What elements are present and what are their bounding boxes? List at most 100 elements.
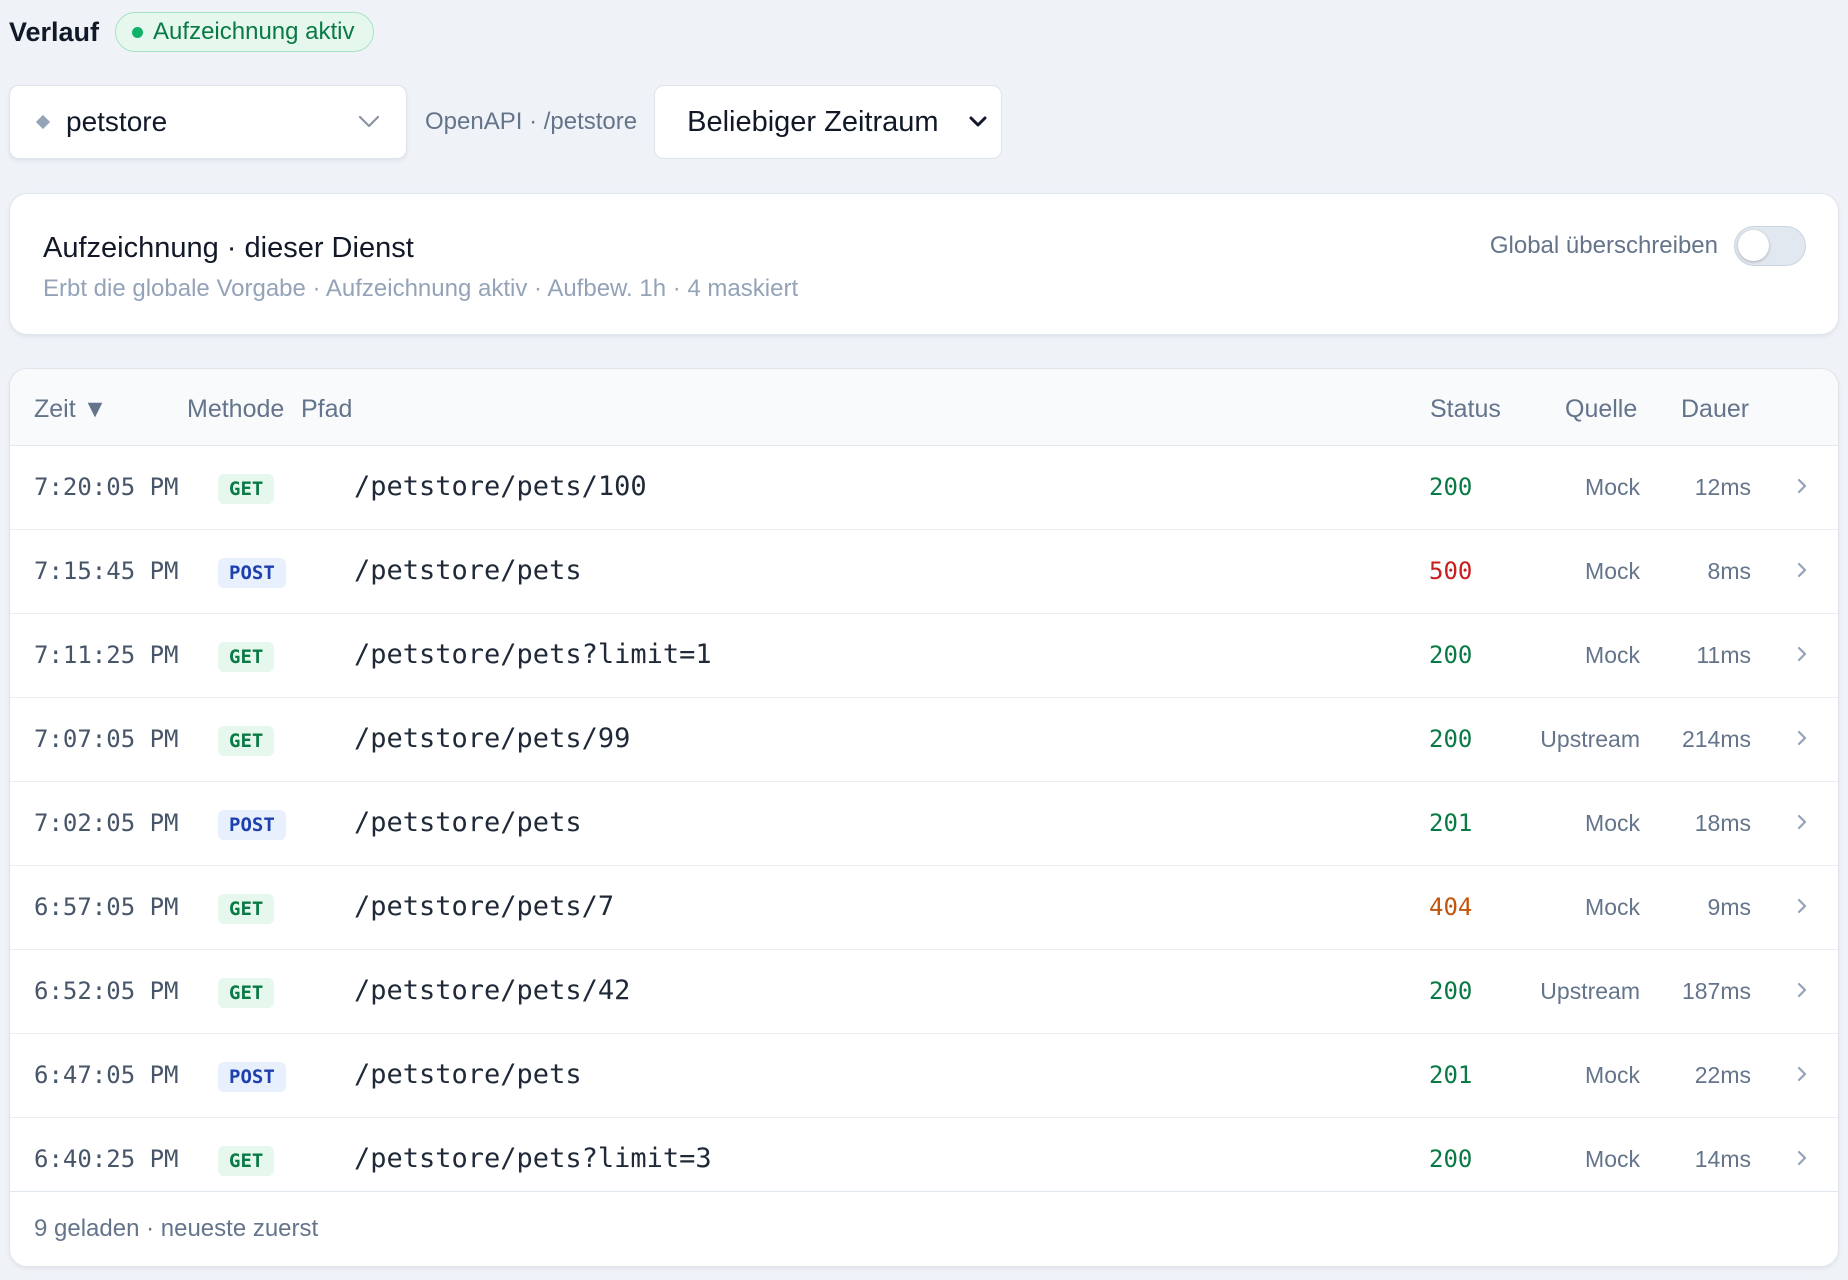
- table-row[interactable]: 7:20:05 PM GET/petstore/pets/100 200 Mock 12…: [10, 446, 1838, 530]
- table-header: Zeit ▼ Methode Pfad Status Quelle Dauer: [10, 369, 1838, 446]
- table-row[interactable]: 7:11:25 PM GET/petstore/pets?limit=1 200 Mo…: [10, 614, 1838, 698]
- table-row[interactable]: 6:40:25 PM GET/petstore/pets?limit=3 200 Mo…: [10, 1118, 1838, 1202]
- row-source: Mock: [1585, 558, 1640, 584]
- row-path: /petstore/pets/99: [354, 723, 631, 754]
- row-duration: 12ms: [1694, 474, 1751, 500]
- override-label: Global überschreiben: [1489, 232, 1718, 259]
- status-code: 200: [1429, 473, 1473, 501]
- row-time: 6:47:05 PM: [34, 1061, 179, 1089]
- row-source: Mock: [1585, 810, 1640, 836]
- row-path: /petstore/pets/100: [354, 471, 647, 502]
- request-history-table: Zeit ▼ Methode Pfad Status Quelle Dauer …: [9, 368, 1839, 1267]
- table-row[interactable]: 7:07:05 PM GET/petstore/pets/99 200 Upstrea…: [10, 698, 1838, 782]
- status-code: 200: [1429, 725, 1473, 753]
- recording-card-subtitle: Erbt die globale Vorgabe · Aufzeichnung …: [43, 275, 799, 302]
- override-control: Global überschreiben: [1490, 226, 1806, 266]
- chevron-right-icon[interactable]: [1796, 728, 1808, 748]
- column-header-source: Quelle: [1565, 395, 1638, 423]
- service-select-value: petstore: [66, 106, 168, 137]
- row-time: 6:40:25 PM: [34, 1145, 179, 1173]
- row-duration: 14ms: [1694, 1146, 1751, 1172]
- method-badge: GET: [218, 978, 275, 1008]
- row-time: 7:11:25 PM: [34, 641, 179, 669]
- table-row[interactable]: 7:02:05 PM POST/petstore/pets 201 Mock 18ms: [10, 782, 1838, 866]
- row-duration: 9ms: [1707, 894, 1751, 920]
- status-code: 201: [1429, 809, 1473, 837]
- service-meta: OpenAPI · /petstore: [425, 108, 638, 135]
- column-header-method: Methode: [187, 395, 285, 423]
- status-dot-icon: [132, 26, 144, 38]
- status-code: 200: [1429, 641, 1473, 669]
- row-source: Mock: [1585, 474, 1640, 500]
- method-badge: GET: [218, 474, 275, 504]
- column-header-time[interactable]: Zeit ▼: [34, 395, 107, 424]
- row-duration: 22ms: [1694, 1062, 1751, 1088]
- table-footer: 9 geladen · neueste zuerst: [10, 1191, 1838, 1266]
- filter-controls: petstore OpenAPI · /petstore Beliebiger …: [9, 85, 1003, 159]
- row-source: Mock: [1585, 1146, 1640, 1172]
- row-path: /petstore/pets: [354, 807, 582, 838]
- column-header-status: Status: [1430, 395, 1501, 423]
- chevron-right-icon[interactable]: [1796, 644, 1808, 664]
- row-time: 6:52:05 PM: [34, 977, 179, 1005]
- row-time: 7:02:05 PM: [34, 809, 179, 837]
- row-duration: 18ms: [1694, 810, 1751, 836]
- table-row[interactable]: 6:47:05 PM POST/petstore/pets 201 Mock 22ms: [10, 1034, 1838, 1118]
- time-range-select[interactable]: Beliebiger Zeitraum: [654, 85, 1003, 159]
- chevron-right-icon[interactable]: [1796, 560, 1808, 580]
- page-title: Verlauf: [9, 16, 100, 47]
- method-badge: GET: [218, 894, 275, 924]
- recording-status-badge: Aufzeichnung aktiv: [115, 12, 374, 52]
- recording-card-title: Aufzeichnung · dieser Dienst: [43, 232, 414, 264]
- table-row[interactable]: 6:57:05 PM GET/petstore/pets/7 404 Mock 9ms: [10, 866, 1838, 950]
- row-path: /petstore/pets: [354, 555, 582, 586]
- chevron-right-icon[interactable]: [1796, 980, 1808, 1000]
- recording-settings-card: Aufzeichnung · dieser Dienst Erbt die gl…: [9, 193, 1839, 335]
- row-duration: 8ms: [1707, 558, 1751, 584]
- status-code: 200: [1429, 1145, 1473, 1173]
- method-badge: GET: [218, 726, 275, 756]
- column-header-duration: Dauer: [1681, 395, 1750, 423]
- status-code: 404: [1429, 893, 1473, 921]
- load-summary: 9 geladen · neueste zuerst: [34, 1215, 319, 1242]
- table-row[interactable]: 7:15:45 PM POST/petstore/pets 500 Mock 8ms: [10, 530, 1838, 614]
- row-source: Mock: [1585, 1062, 1640, 1088]
- row-path: /petstore/pets/7: [354, 891, 615, 922]
- row-duration: 187ms: [1681, 978, 1751, 1004]
- status-code: 201: [1429, 1061, 1473, 1089]
- table-row[interactable]: 6:52:05 PM GET/petstore/pets/42 200 Upstrea…: [10, 950, 1838, 1034]
- service-diamond-icon: [35, 114, 51, 130]
- row-path: /petstore/pets: [354, 1059, 582, 1090]
- chevron-right-icon[interactable]: [1796, 896, 1808, 916]
- row-source: Mock: [1585, 894, 1640, 920]
- row-duration: 11ms: [1696, 642, 1751, 668]
- method-badge: POST: [218, 810, 286, 840]
- column-header-path: Pfad: [301, 395, 353, 423]
- chevron-down-icon: [358, 115, 380, 129]
- chevron-right-icon[interactable]: [1796, 1064, 1808, 1084]
- row-path: /petstore/pets/42: [354, 975, 631, 1006]
- row-source: Upstream: [1540, 726, 1640, 752]
- table-body: 7:20:05 PM GET/petstore/pets/100 200 Mock 12…: [10, 446, 1838, 1202]
- recording-status-label: Aufzeichnung aktiv: [153, 18, 355, 45]
- row-path: /petstore/pets?limit=1: [354, 639, 712, 670]
- method-badge: GET: [218, 1146, 275, 1176]
- chevron-right-icon[interactable]: [1796, 1148, 1808, 1168]
- chevron-down-icon: [969, 116, 987, 128]
- row-duration: 214ms: [1681, 726, 1751, 752]
- row-time: 7:20:05 PM: [34, 473, 179, 501]
- chevron-right-icon[interactable]: [1796, 476, 1808, 496]
- row-time: 7:15:45 PM: [34, 557, 179, 585]
- method-badge: POST: [218, 1062, 286, 1092]
- method-badge: POST: [218, 558, 286, 588]
- row-source: Upstream: [1540, 978, 1640, 1004]
- service-select[interactable]: petstore: [9, 85, 407, 159]
- time-range-value: Beliebiger Zeitraum: [687, 105, 939, 138]
- status-code: 200: [1429, 977, 1473, 1005]
- row-path: /petstore/pets?limit=3: [354, 1143, 712, 1174]
- chevron-right-icon[interactable]: [1796, 812, 1808, 832]
- method-badge: GET: [218, 642, 275, 672]
- override-toggle[interactable]: [1734, 226, 1806, 266]
- row-source: Mock: [1585, 642, 1640, 668]
- toggle-knob: [1738, 230, 1769, 261]
